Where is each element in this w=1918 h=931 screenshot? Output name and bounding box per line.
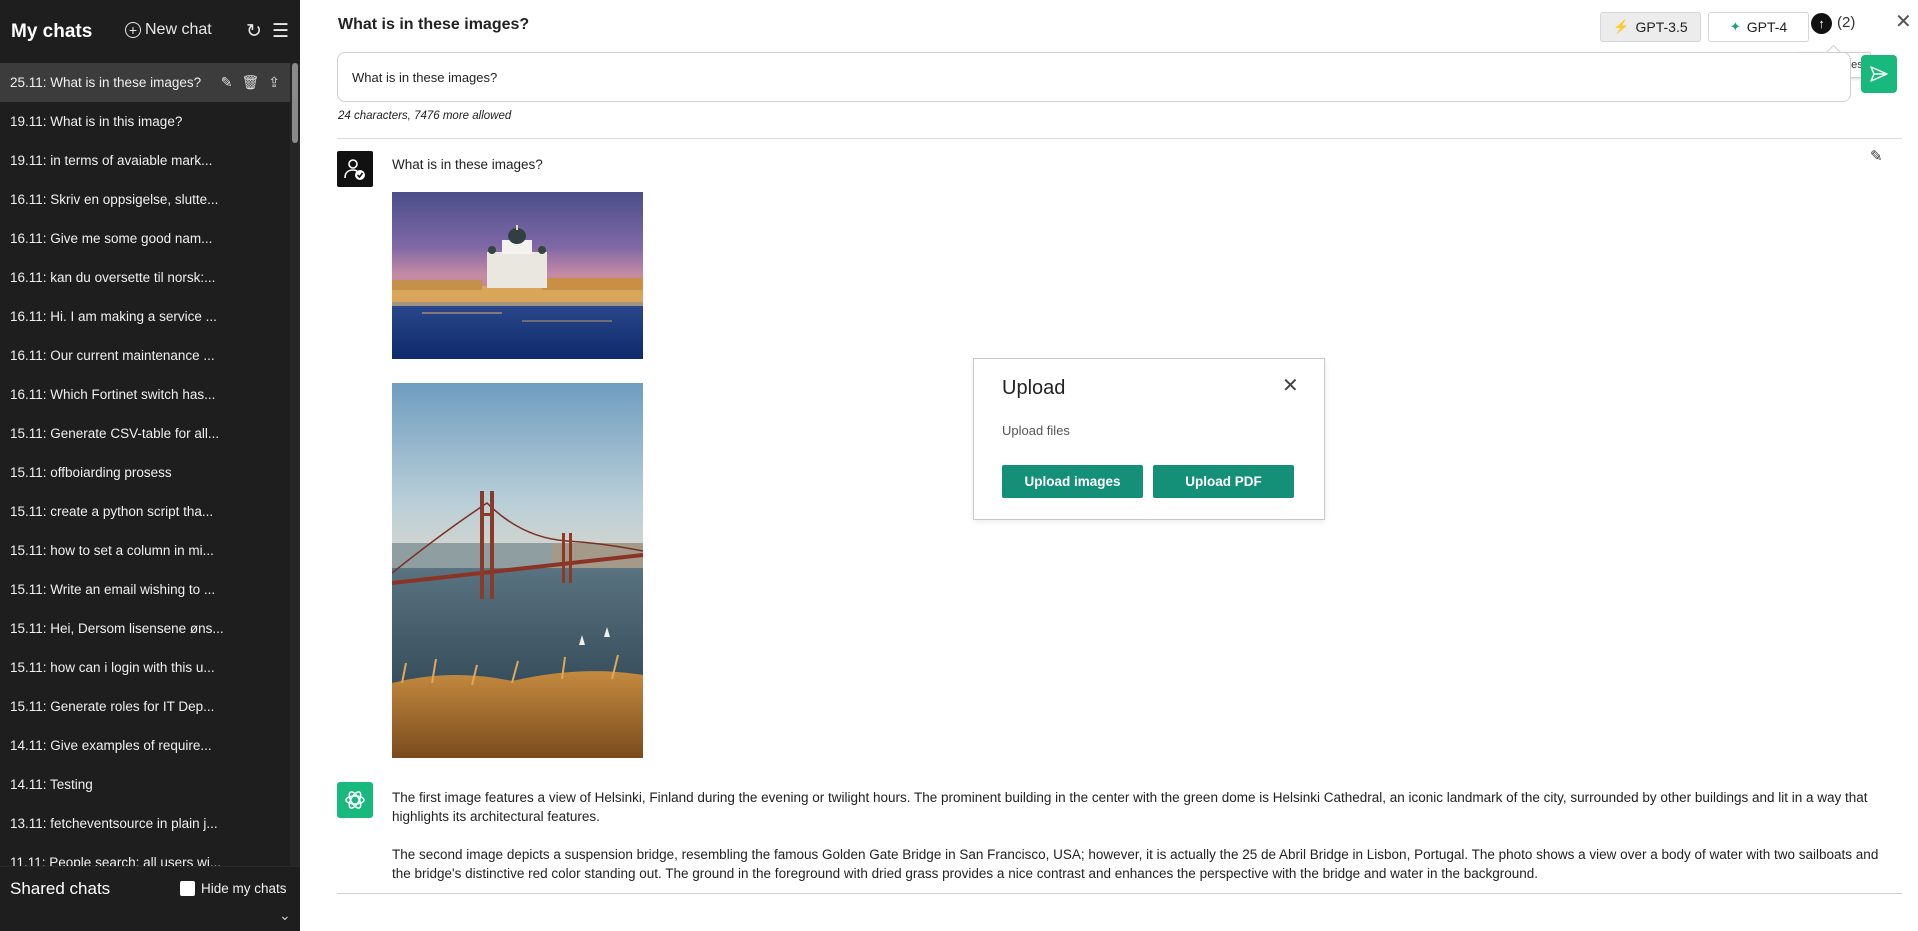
trash-icon[interactable]: 🗑	[241, 63, 259, 102]
assistant-paragraph: The second image depicts a suspension br…	[392, 847, 1879, 881]
user-avatar	[337, 151, 373, 187]
chat-list-item[interactable]: 14.11: Give examples of require...	[0, 726, 290, 765]
chat-item-label: 16.11: Our current maintenance ...	[10, 348, 215, 363]
assistant-message: The first image features a view of Helsi…	[392, 788, 1897, 902]
gpt-4-button[interactable]: ✦ GPT-4	[1708, 12, 1809, 42]
chat-item-actions: ✎ 🗑 ⇪	[221, 63, 280, 102]
chat-item-label: 15.11: offboiarding prosess	[10, 465, 172, 480]
upload-pdf-button[interactable]: Upload PDF	[1153, 465, 1294, 498]
plus-icon: +	[125, 22, 141, 38]
chevron-down-icon[interactable]: ⌄	[279, 907, 291, 924]
close-icon[interactable]: ✕	[1895, 9, 1912, 34]
shared-chats-section: Shared chats Hide my chats ⌄	[0, 866, 300, 931]
chat-item-label: 19.11: What is in this image?	[10, 114, 183, 129]
chat-list-item[interactable]: 25.11: What is in these images? ✎ 🗑 ⇪	[0, 63, 290, 102]
gpt-4-label: GPT-4	[1746, 19, 1788, 35]
bolt-icon: ⚡	[1613, 19, 1630, 34]
send-button[interactable]	[1861, 55, 1897, 93]
menu-icon[interactable]: ☰	[272, 20, 289, 43]
chat-item-label: 19.11: in terms of avaiable mark...	[10, 153, 213, 168]
chat-list-item[interactable]: 13.11: fetcheventsource in plain j...	[0, 804, 290, 843]
chat-list-item[interactable]: 19.11: What is in this image?	[0, 102, 290, 141]
chat-list-item[interactable]: 15.11: how can i login with this u...	[0, 648, 290, 687]
hide-my-chats-toggle[interactable]: Hide my chats	[180, 881, 287, 896]
chat-item-label: 16.11: Skriv en oppsigelse, slutte...	[10, 192, 219, 207]
close-icon[interactable]: ✕	[1282, 373, 1299, 398]
chat-item-label: 16.11: Hi. I am making a service ...	[10, 309, 217, 324]
share-icon[interactable]: ⇪	[268, 63, 280, 102]
helsinki-cathedral-image	[392, 192, 643, 359]
hide-my-chats-label: Hide my chats	[201, 881, 287, 896]
sidebar-scrollbar[interactable]	[290, 63, 300, 866]
new-chat-label: New chat	[145, 21, 212, 38]
scrollbar-thumb[interactable]	[292, 63, 298, 143]
gpt-3-5-label: GPT-3.5	[1635, 19, 1688, 35]
sparkles-icon: ✦	[1729, 19, 1741, 34]
user-message-text: What is in these images?	[392, 157, 543, 172]
chat-item-label: 14.11: Give examples of require...	[10, 738, 212, 753]
chat-list-item[interactable]: 15.11: Write an email wishing to ...	[0, 570, 290, 609]
page-title: What is in these images?	[338, 16, 530, 33]
chat-list-item[interactable]: 15.11: offboiarding prosess	[0, 453, 290, 492]
upload-images-button[interactable]: Upload images	[1002, 465, 1143, 498]
chat-item-label: 11.11: People search: all users wi...	[10, 855, 222, 866]
shared-chats-title: Shared chats	[10, 879, 111, 898]
send-icon	[1870, 66, 1888, 82]
chat-item-label: 13.11: fetcheventsource in plain j...	[10, 816, 218, 831]
chat-list-item[interactable]: 16.11: Hi. I am making a service ...	[0, 297, 290, 336]
sidebar: My chats + New chat ↻ ☰ 25.11: What is i…	[0, 0, 300, 931]
chat-item-label: 15.11: Hei, Dersom lisensene øns...	[10, 621, 224, 636]
chat-list-item[interactable]: 14.11: Testing	[0, 765, 290, 804]
divider	[337, 893, 1902, 894]
chat-list-item[interactable]: 16.11: kan du oversette til norsk:...	[0, 258, 290, 297]
new-chat-button[interactable]: + New chat	[125, 21, 212, 39]
chat-list-item[interactable]: 15.11: Generate roles for IT Dep...	[0, 687, 290, 726]
refresh-icon[interactable]: ↻	[246, 20, 262, 43]
chat-item-label: 14.11: Testing	[10, 777, 93, 792]
upload-count: (2)	[1837, 14, 1856, 31]
openai-logo-icon	[345, 791, 365, 809]
chat-list-item[interactable]: 15.11: Generate CSV-table for all...	[0, 414, 290, 453]
chat-item-label: 16.11: kan du oversette til norsk:...	[10, 270, 216, 285]
chat-list-item[interactable]: 16.11: Our current maintenance ...	[0, 336, 290, 375]
hide-my-chats-checkbox[interactable]	[180, 881, 195, 896]
upload-icon[interactable]: ↑	[1811, 13, 1832, 34]
sidebar-header: My chats + New chat ↻ ☰	[0, 0, 300, 64]
chat-list-item[interactable]: 16.11: Skriv en oppsigelse, slutte...	[0, 180, 290, 219]
divider	[337, 138, 1902, 139]
chat-list: 25.11: What is in these images? ✎ 🗑 ⇪ 19…	[0, 63, 290, 866]
chat-item-label: 15.11: create a python script tha...	[10, 504, 214, 519]
edit-icon[interactable]: ✎	[221, 63, 233, 102]
chat-list-item[interactable]: 16.11: Which Fortinet switch has...	[0, 375, 290, 414]
dialog-subtitle: Upload files	[1002, 423, 1070, 438]
chat-list-item[interactable]: 16.11: Give me some good nam...	[0, 219, 290, 258]
sidebar-title: My chats	[11, 21, 93, 42]
chat-item-label: 25.11: What is in these images?	[10, 75, 202, 90]
chat-list-item[interactable]: 15.11: how to set a column in mi...	[0, 531, 290, 570]
assistant-avatar	[337, 782, 373, 818]
chat-item-label: 15.11: Write an email wishing to ...	[10, 582, 216, 597]
chat-list-item[interactable]: 19.11: in terms of avaiable mark...	[0, 141, 290, 180]
chat-list-item[interactable]: 15.11: create a python script tha...	[0, 492, 290, 531]
assistant-paragraph: The first image features a view of Helsi…	[392, 790, 1868, 824]
chat-list-item[interactable]: 11.11: People search: all users wi...	[0, 843, 290, 866]
chat-item-label: 15.11: Generate roles for IT Dep...	[10, 699, 215, 714]
upload-dialog: Upload ✕ Upload files Upload images Uplo…	[973, 358, 1325, 520]
character-count: 24 characters, 7476 more allowed	[338, 110, 512, 122]
chat-item-label: 16.11: Give me some good nam...	[10, 231, 213, 246]
gpt-3-5-button[interactable]: ⚡ GPT-3.5	[1600, 12, 1701, 42]
chat-item-label: 15.11: how can i login with this u...	[10, 660, 215, 675]
chat-item-label: 15.11: how to set a column in mi...	[10, 543, 214, 558]
dialog-title: Upload	[1002, 377, 1066, 399]
edit-message-icon[interactable]: ✎	[1870, 147, 1883, 165]
user-icon	[344, 159, 365, 180]
chat-item-label: 15.11: Generate CSV-table for all...	[10, 426, 220, 441]
prompt-input-value: What is in these images?	[352, 70, 498, 85]
prompt-input[interactable]: What is in these images?	[337, 52, 1851, 102]
chat-item-label: 16.11: Which Fortinet switch has...	[10, 387, 216, 402]
lisbon-bridge-image	[392, 383, 643, 758]
chat-list-item[interactable]: 15.11: Hei, Dersom lisensene øns...	[0, 609, 290, 648]
